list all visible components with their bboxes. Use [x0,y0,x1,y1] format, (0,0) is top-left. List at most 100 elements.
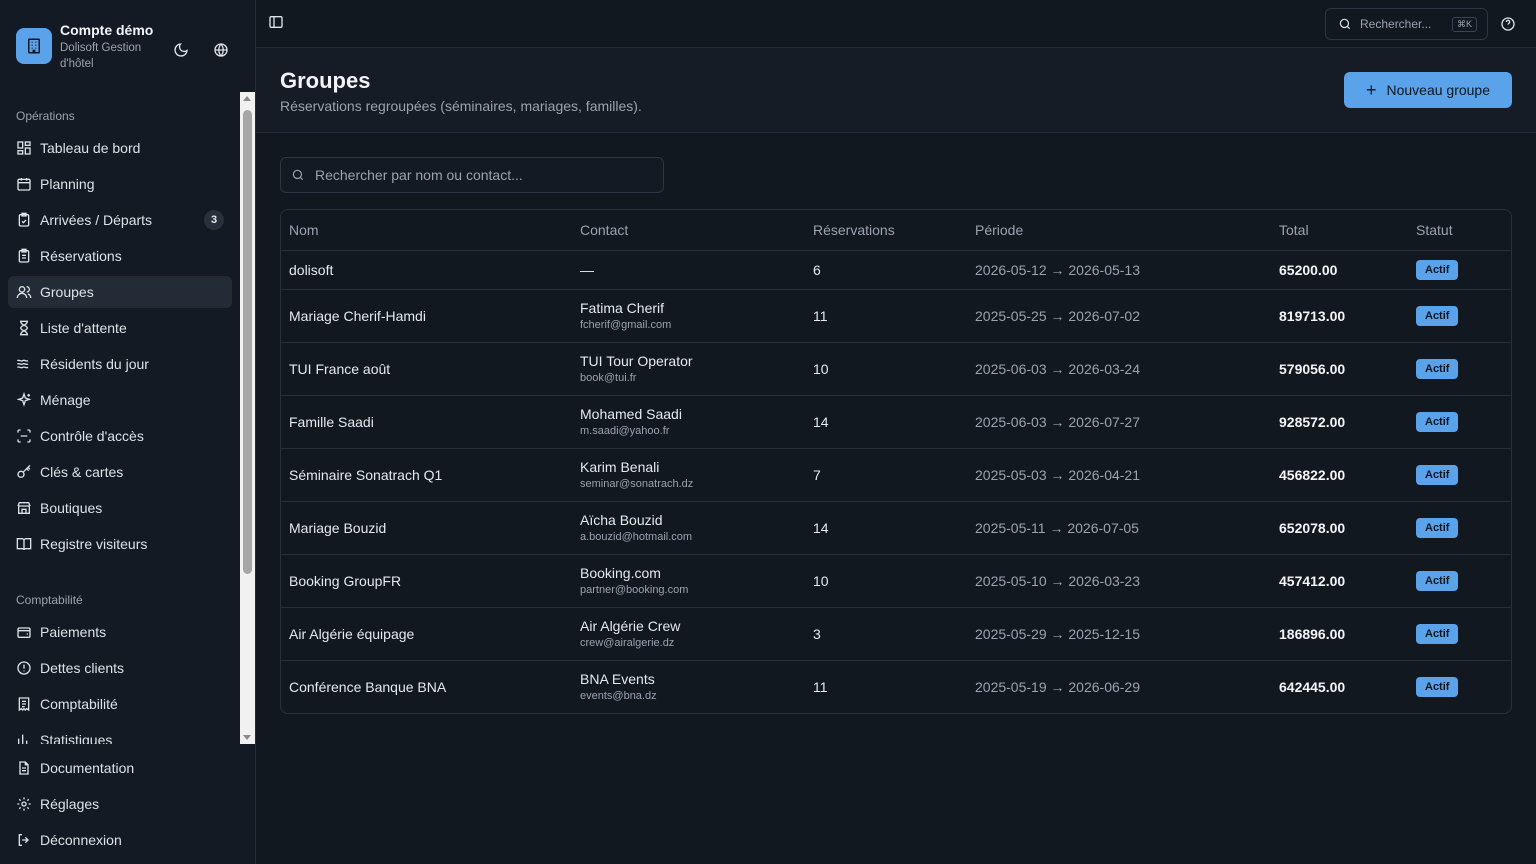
table-row[interactable]: Mariage Cherif-Hamdi Fatima Cherif fcheri… [281,289,1511,343]
group-name: Air Algérie équipage [281,607,572,661]
sidebar-item-label: Contrôle d'accès [40,428,144,444]
table-row[interactable]: dolisoft — 6 2026-05-12 → 2026-05-13 652… [281,250,1511,290]
period: 2026-05-12 → 2026-05-13 [967,250,1271,290]
key-icon [17,464,31,478]
contact-email: crew@airalgerie.dz [580,636,675,649]
search-icon [292,169,304,181]
sidebar-item-registre-visiteurs[interactable]: Registre visiteurs [8,528,232,560]
logout-icon [18,834,29,846]
status-badge: Actif [1416,623,1459,644]
sidebar-item-statistiques[interactable]: Statistiques [8,724,232,744]
total: 928572.00 [1271,395,1408,449]
global-search-button[interactable]: Rechercher... ⌘K [1325,8,1488,40]
table-row[interactable]: Conférence Banque BNA BNA Events events@b… [281,660,1511,713]
section-label-operations: Opérations [16,109,75,123]
store-icon [17,502,31,514]
group-search-input[interactable]: Rechercher par nom ou contact... [280,157,664,193]
sidebar-item-planning[interactable]: Planning [8,168,232,200]
group-name: Mariage Bouzid [281,501,572,555]
moon-icon [174,43,188,57]
sidebar-toggle-button[interactable] [268,14,288,34]
sidebar-item-controle-acces[interactable]: Contrôle d'accès [8,420,232,452]
search-icon [1339,18,1351,30]
group-name: Famille Saadi [281,395,572,449]
column-header: Nom [281,210,572,251]
sidebar-item-label: Planning [40,176,95,192]
scroll-up-icon[interactable] [243,96,251,101]
sidebar-item-reservations[interactable]: Réservations [8,240,232,272]
calendar-icon [17,178,31,191]
sidebar-item-paiements[interactable]: Paiements [8,616,232,648]
contact-name: BNA Events [580,670,655,687]
sidebar-item-menage[interactable]: Ménage [8,384,232,416]
page-title: Groupes [280,68,371,93]
group-name: TUI France août [281,342,572,396]
contact-email: book@tui.fr [580,371,637,384]
scroll-down-icon[interactable] [243,735,251,740]
table-row[interactable]: Booking GroupFR Booking.com partner@booki… [281,554,1511,608]
table-row[interactable]: Famille Saadi Mohamed Saadi m.saadi@yahoo… [281,395,1511,449]
period: 2025-05-25 → 2026-07-02 [967,289,1271,343]
contact-name: Fatima Cherif [580,299,665,316]
sidebar-item-reglages[interactable]: Réglages [8,788,232,820]
brand-title: Compte démo [60,22,154,38]
group-name: Booking GroupFR [281,554,572,608]
total: 819713.00 [1271,289,1408,343]
sidebar-item-label: Ménage [40,392,91,408]
sparkles-icon [16,392,32,407]
sidebar-item-tableau-de-bord[interactable]: Tableau de bord [8,132,232,164]
dashboard-icon [17,141,31,155]
sidebar-item-cles-cartes[interactable]: Clés & cartes [8,456,232,488]
column-header: Contact [572,210,805,251]
total: 652078.00 [1271,501,1408,555]
receipt-icon [18,697,30,712]
sidebar-item-label: Paiements [40,624,107,640]
scrollbar-thumb[interactable] [243,110,252,574]
sidebar-item-label: Arrivées / Départs [40,212,153,228]
groups-table: Nom Contact Réservations Période Total S… [280,209,1512,714]
page-header: Groupes Réservations regroupées (séminai… [256,48,1536,133]
sidebar-item-label: Réservations [40,248,122,264]
status-badge: Actif [1416,411,1459,432]
sidebar-item-label: Registre visiteurs [40,536,148,552]
sidebar-item-label: Résidents du jour [40,356,149,372]
sidebar-item-liste-attente[interactable]: Liste d'attente [8,312,232,344]
total: 186896.00 [1271,607,1408,661]
reservation-count: 14 [805,501,967,555]
reservation-count: 6 [805,250,967,290]
alert-circle-icon [17,661,31,675]
table-row[interactable]: Air Algérie équipage Air Algérie Crew cre… [281,607,1511,661]
new-group-label: Nouveau groupe [1386,82,1491,98]
total: 579056.00 [1271,342,1408,396]
sidebar-scrollbar[interactable] [240,92,255,744]
waves-icon [16,359,29,369]
sidebar-item-documentation[interactable]: Documentation [8,752,232,784]
table-row[interactable]: Mariage Bouzid Aïcha Bouzid a.bouzid@hotm… [281,501,1511,555]
language-button[interactable] [205,34,237,66]
clipboard-check-icon [18,212,30,227]
sidebar-item-groupes[interactable]: Groupes [8,276,232,308]
contact-name: Booking.com [580,564,661,581]
topbar: Rechercher... ⌘K [256,0,1536,48]
group-name: Conférence Banque BNA [289,678,447,695]
settings-icon [17,797,31,811]
help-button[interactable] [1500,16,1516,32]
sidebar-item-label: Déconnexion [40,832,122,848]
period: 2025-05-10 → 2026-03-23 [967,554,1271,608]
sidebar-item-residents-du-jour[interactable]: Résidents du jour [8,348,232,380]
sidebar: Compte démo Dolisoft Gestion d'hôtel Opé… [0,0,256,864]
table-row[interactable]: TUI France août TUI Tour Operator book@tu… [281,342,1511,396]
sidebar-item-label: Groupes [40,284,94,300]
table-header-row: Nom Contact Réservations Période Total S… [281,210,1511,251]
new-group-button[interactable]: + Nouveau groupe [1344,72,1512,108]
sidebar-item-boutiques[interactable]: Boutiques [8,492,232,524]
sidebar-item-deconnexion[interactable]: Déconnexion [8,824,232,856]
theme-toggle-button[interactable] [165,34,197,66]
sidebar-item-comptabilite[interactable]: Comptabilité [8,688,232,720]
sidebar-item-arrivees-departs[interactable]: Arrivées / Départs 3 [8,204,232,236]
brand: Compte démo Dolisoft Gestion d'hôtel [16,20,240,76]
table-row[interactable]: Séminaire Sonatrach Q1 Karim Benali semin… [281,448,1511,502]
sidebar-item-label: Clés & cartes [40,464,124,480]
sidebar-item-dettes-clients[interactable]: Dettes clients [8,652,232,684]
count-badge: 3 [204,210,224,230]
